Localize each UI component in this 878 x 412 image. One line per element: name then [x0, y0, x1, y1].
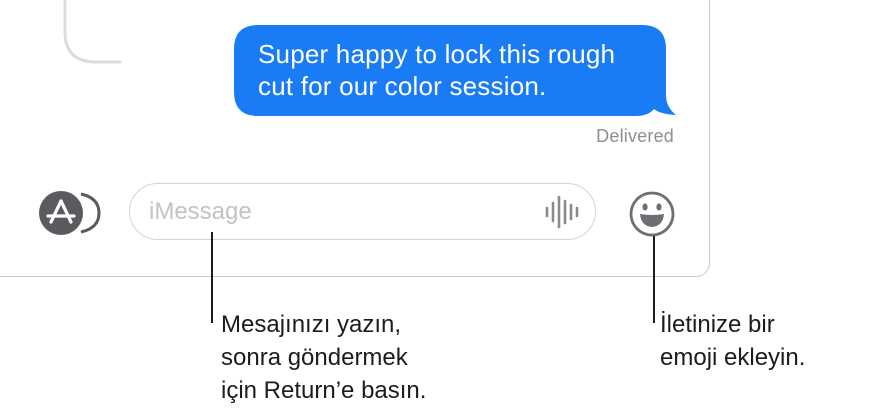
- app-store-icon: [39, 191, 101, 235]
- delivery-status: Delivered: [596, 126, 674, 146]
- callout-type-message-line2: sonra göndermek: [221, 344, 408, 371]
- message-placeholder: iMessage: [149, 198, 252, 225]
- callout-type-message-line1: Mesajınızı yazın,: [221, 311, 402, 338]
- message-input[interactable]: iMessage: [129, 183, 596, 240]
- callout-type-message: Mesajınızı yazın, sonra göndermek için R…: [221, 308, 426, 407]
- message-line-2: cut for our color session.: [258, 71, 547, 101]
- sent-message-bubble[interactable]: Super happy to lock this rough cut for o…: [234, 25, 676, 117]
- callout-line-message: [211, 232, 213, 323]
- message-text: Super happy to lock this rough cut for o…: [258, 38, 668, 102]
- callout-line-emoji: [653, 236, 655, 323]
- callout-type-message-line3: için Return’e basın.: [221, 377, 427, 404]
- callout-add-emoji-line1: İletinize bir: [660, 311, 775, 338]
- previous-bubble-outline: [63, 0, 122, 64]
- callout-add-emoji-line2: emoji ekleyin.: [660, 344, 806, 371]
- waveform-icon[interactable]: [544, 195, 582, 229]
- callout-add-emoji: İletinize bir emoji ekleyin.: [660, 308, 805, 374]
- message-line-1: Super happy to lock this rough: [258, 39, 616, 69]
- apps-button[interactable]: [37, 191, 103, 235]
- emoji-button[interactable]: [628, 190, 676, 238]
- smiley-face-icon: [629, 191, 675, 237]
